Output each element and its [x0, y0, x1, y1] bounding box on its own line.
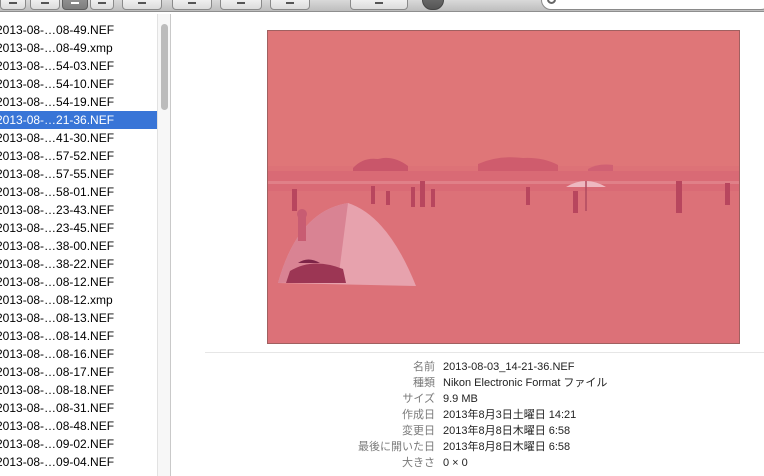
file-list-item[interactable]: 2013-08-…38-00.NEF [0, 237, 157, 255]
tag-icon [375, 2, 383, 4]
list-view-button[interactable] [30, 0, 60, 10]
file-list-item[interactable]: 2013-08-…58-01.NEF [0, 183, 157, 201]
info-label-dimensions: 大きさ [402, 457, 435, 469]
preview-divider [205, 352, 764, 353]
dropbox-button[interactable] [220, 0, 262, 10]
file-list-item[interactable]: 2013-08-…09-02.NEF [0, 435, 157, 453]
file-list-item[interactable]: 2013-08-…57-55.NEF [0, 165, 157, 183]
file-list-item[interactable]: 2013-08-…08-14.NEF [0, 327, 157, 345]
icon-view-icon [9, 2, 17, 4]
info-label-kind: 種類 [413, 377, 435, 389]
file-list-item[interactable]: 2013-08-…57-52.NEF [0, 147, 157, 165]
file-list-item-selected[interactable]: 2013-08-…21-36.NEF [0, 111, 157, 129]
file-list-item[interactable]: 2013-08-…08-12.NEF [0, 273, 157, 291]
coverflow-view-icon [98, 2, 106, 4]
file-list-item[interactable]: 2013-08-…54-10.NEF [0, 75, 157, 93]
file-list-item[interactable]: 2013-08-…08-49.NEF [0, 21, 157, 39]
action-button[interactable] [172, 0, 212, 10]
file-list-item[interactable]: 2013-08-…38-22.NEF [0, 255, 157, 273]
file-list-item[interactable]: 2013-08-…23-45.NEF [0, 219, 157, 237]
column-view-button[interactable] [62, 0, 88, 10]
file-list-item[interactable]: 2013-08-…08-49.xmp [0, 39, 157, 57]
file-list-item[interactable]: 2013-08-…08-16.NEF [0, 345, 157, 363]
file-list-scrollbar[interactable] [157, 14, 171, 476]
file-list-item[interactable]: 2013-08-…08-31.NEF [0, 399, 157, 417]
share-button[interactable] [270, 0, 310, 10]
file-list-item[interactable]: 2013-08-…54-19.NEF [0, 93, 157, 111]
search-icon [547, 0, 556, 4]
gear-icon [188, 2, 196, 4]
file-list-item[interactable]: 2013-08-…08-48.NEF [0, 417, 157, 435]
coverflow-view-button[interactable] [90, 0, 114, 10]
info-value-kind: Nikon Electronic Format ファイル [443, 377, 608, 389]
file-list-item[interactable]: 2013-08-…08-12.xmp [0, 291, 157, 309]
list-view-icon [41, 2, 49, 4]
info-label-created: 作成日 [402, 409, 435, 421]
file-list-item[interactable]: 2013-08-…54-03.NEF [0, 57, 157, 75]
info-label-modified: 変更日 [402, 425, 435, 437]
file-list-item[interactable]: 2013-08-…08-17.NEF [0, 363, 157, 381]
file-list-item[interactable]: 2013-08-…41-30.NEF [0, 129, 157, 147]
icon-view-button[interactable] [0, 0, 26, 10]
finder-toolbar [0, 0, 764, 12]
info-label-last-opened: 最後に開いた日 [358, 441, 435, 453]
info-value-size: 9.9 MB [443, 393, 478, 405]
help-button[interactable] [422, 0, 444, 10]
arrange-icon [138, 2, 146, 4]
tags-button[interactable] [350, 0, 408, 10]
scrollbar-thumb[interactable] [161, 24, 168, 110]
share-icon [286, 2, 294, 4]
column-view-icon [71, 2, 79, 4]
info-value-last-opened: 2013年8月8日木曜日 6:58 [443, 441, 571, 453]
info-value-dimensions: 0 × 0 [443, 457, 468, 469]
info-label-name: 名前 [413, 361, 435, 373]
info-label-size: サイズ [402, 393, 435, 405]
info-value-created: 2013年8月3日土曜日 14:21 [443, 409, 577, 421]
file-list-item[interactable]: 2013-08-…08-13.NEF [0, 309, 157, 327]
file-list-item[interactable]: 2013-08-…09-04.NEF [0, 453, 157, 471]
file-list-item[interactable]: 2013-08-…08-18.NEF [0, 381, 157, 399]
search-field[interactable] [541, 0, 764, 10]
info-value-modified: 2013年8月8日木曜日 6:58 [443, 425, 571, 437]
file-preview-image [267, 30, 740, 344]
dropbox-icon [237, 2, 245, 4]
arrange-button[interactable] [122, 0, 162, 10]
info-value-name: 2013-08-03_14-21-36.NEF [443, 361, 575, 373]
file-list-item[interactable]: 2013-08-…23-43.NEF [0, 201, 157, 219]
file-list-column: 2013-08-…08-49.NEF 2013-08-…08-49.xmp 2013… [0, 21, 157, 476]
